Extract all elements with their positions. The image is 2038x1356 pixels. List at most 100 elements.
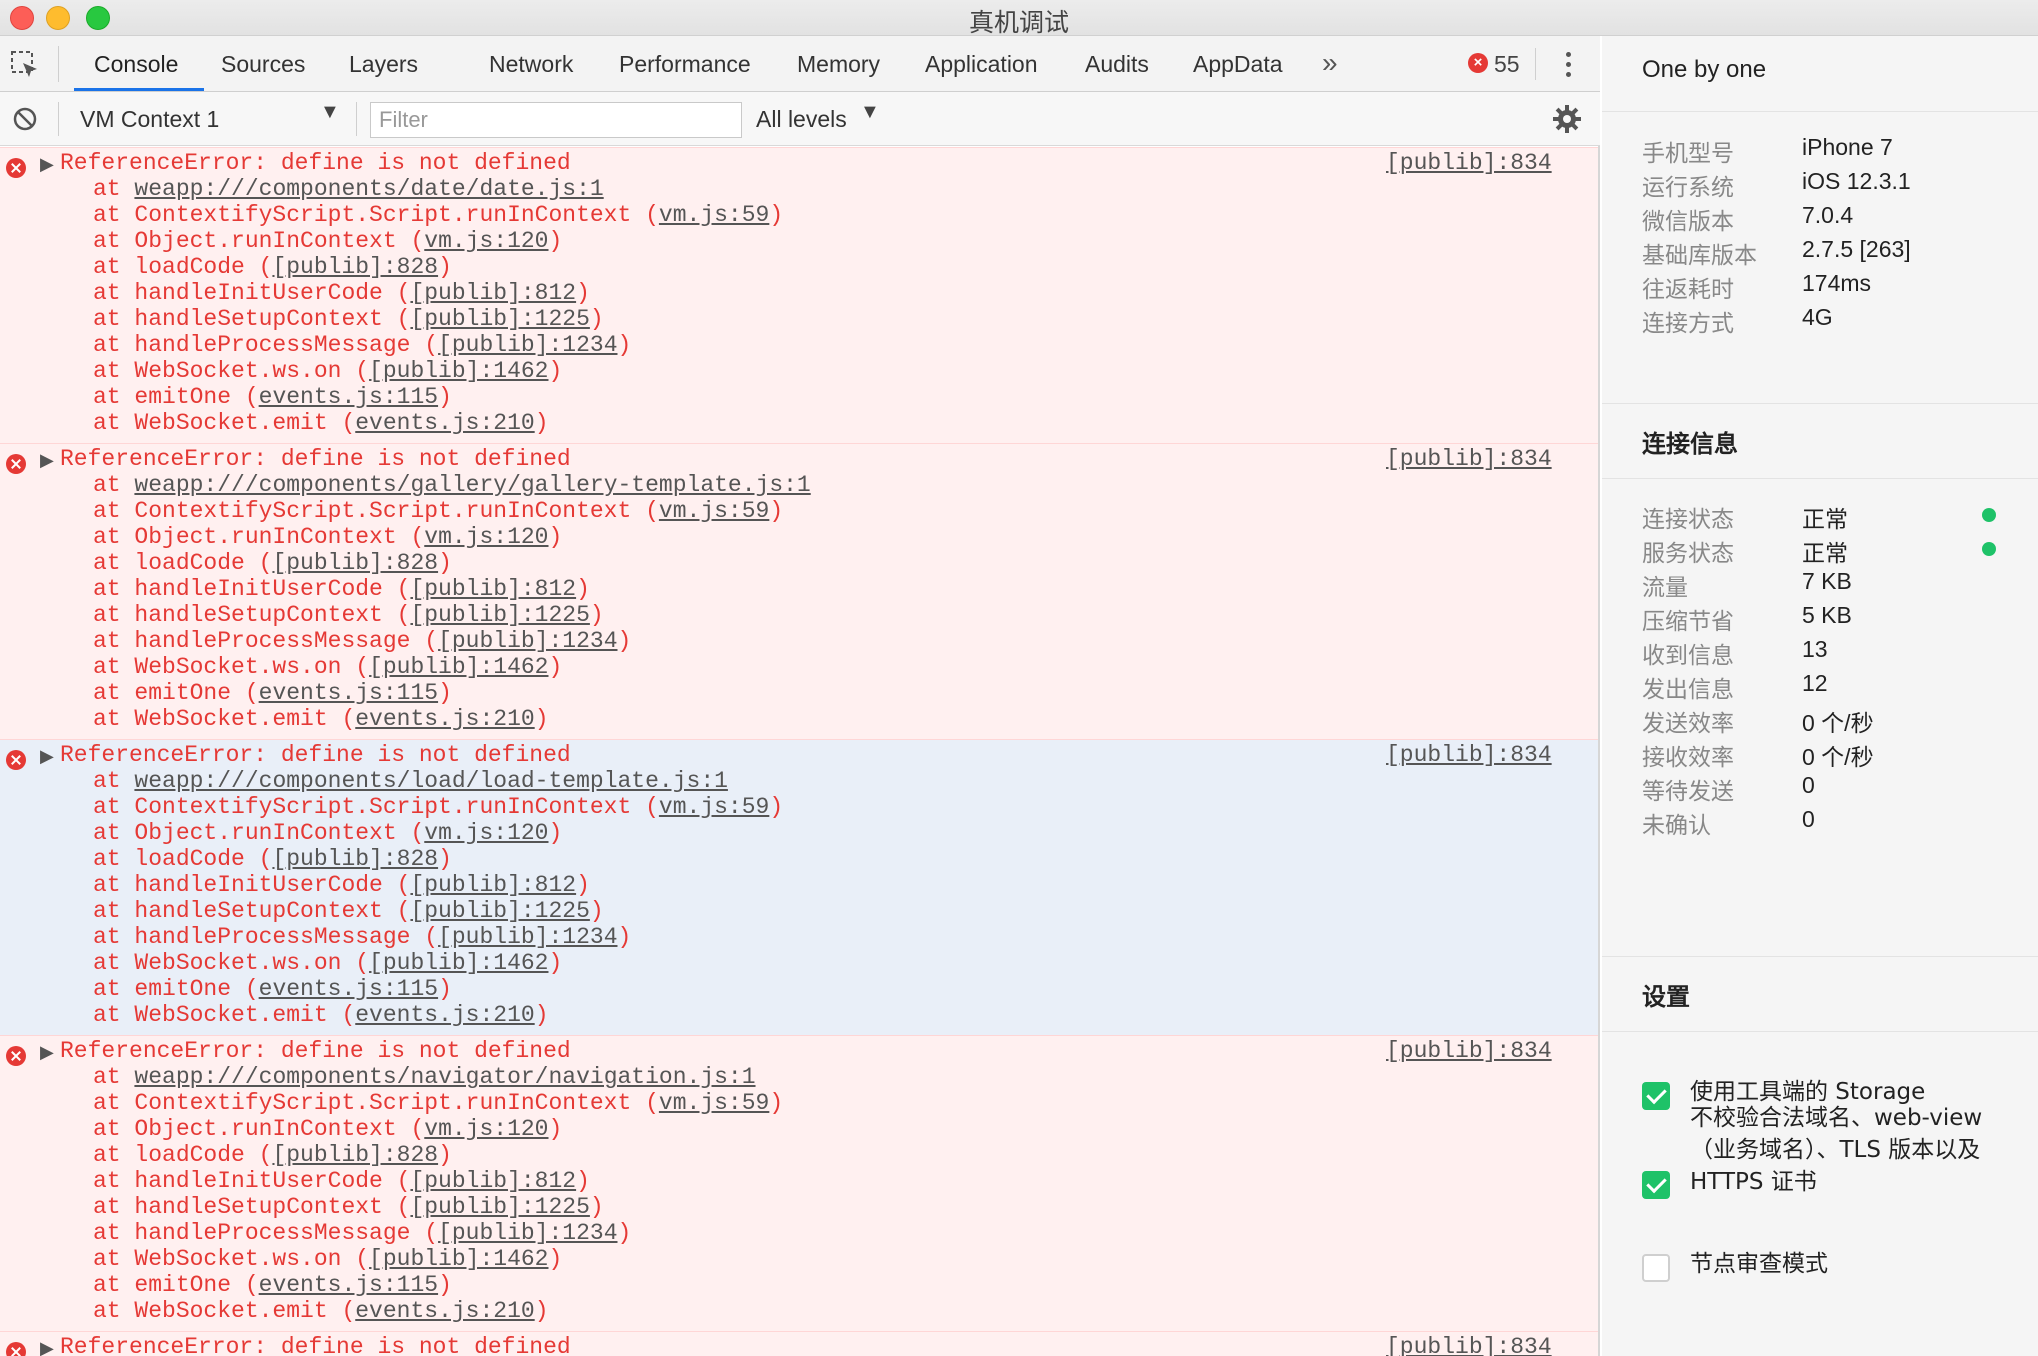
stack-frame-link[interactable]: [publib]:1225 xyxy=(410,898,589,924)
toolbar-divider xyxy=(356,102,357,136)
device-info-value: 4G xyxy=(1802,304,1833,330)
connection-info-value: 12 xyxy=(1802,670,1828,696)
stack-frame: at Object.runInContext (vm.js:120) xyxy=(93,228,563,254)
stack-frame-link[interactable]: [publib]:1225 xyxy=(410,1194,589,1220)
stack-frame-link[interactable]: [publib]:1462 xyxy=(369,654,548,680)
expand-triangle-icon[interactable]: ▶ xyxy=(40,1338,54,1356)
stack-frame-link[interactable]: [publib]:1234 xyxy=(438,332,617,358)
expand-triangle-icon[interactable]: ▶ xyxy=(40,154,54,175)
tab-console[interactable]: Console xyxy=(94,36,178,92)
inspect-element-icon[interactable] xyxy=(10,50,40,80)
device-info-value: iPhone 7 xyxy=(1802,134,1893,160)
stack-frame-link[interactable]: vm.js:59 xyxy=(659,202,769,228)
stack-frame-link[interactable]: [publib]:1225 xyxy=(410,306,589,332)
more-tabs-icon[interactable]: » xyxy=(1322,36,1338,92)
context-select[interactable]: VM Context 1 xyxy=(70,100,340,138)
error-message: ReferenceError: define is not defined xyxy=(60,1334,571,1356)
stack-frame-link[interactable]: vm.js:120 xyxy=(424,524,548,550)
stack-frame-link[interactable]: events.js:210 xyxy=(355,1298,534,1324)
stack-frame-link[interactable]: vm.js:59 xyxy=(659,794,769,820)
remote-debug-panel: One by one 手机型号 iPhone 7 运行系统 iOS 12.3.1 微信版… xyxy=(1602,36,2038,1356)
stack-frame-link[interactable]: events.js:210 xyxy=(355,1002,534,1028)
stack-frame-link[interactable]: [publib]:1234 xyxy=(438,1220,617,1246)
tab-audits[interactable]: Audits xyxy=(1085,36,1149,92)
stack-frame-link[interactable]: [publib]:812 xyxy=(410,280,576,306)
stack-frame-link[interactable]: events.js:115 xyxy=(259,680,438,706)
tab-application[interactable]: Application xyxy=(925,36,1038,92)
stack-frame-link[interactable]: vm.js:120 xyxy=(424,820,548,846)
stack-frame-link[interactable]: weapp:///components/navigator/navigation… xyxy=(134,1064,755,1090)
stack-frame-link[interactable]: [publib]:828 xyxy=(272,1142,438,1168)
stack-frame-link[interactable]: events.js:210 xyxy=(355,706,534,732)
stack-frame-link[interactable]: [publib]:1462 xyxy=(369,950,548,976)
console-output[interactable]: ▶ ReferenceError: define is not defined [p… xyxy=(0,147,1598,1356)
setting-label[interactable]: 不校验合法域名、web-view（业务域名）、TLS 版本以及 HTTPS 证书 xyxy=(1690,1102,2010,1198)
tab-network[interactable]: Network xyxy=(489,36,573,92)
source-link[interactable]: [publib]:834 xyxy=(1386,742,1552,768)
log-levels-select[interactable]: All levels xyxy=(756,100,847,138)
stack-frame-link[interactable]: [publib]:1462 xyxy=(369,358,548,384)
tabbar-divider xyxy=(1535,48,1536,80)
console-error-entry[interactable]: ▶ ReferenceError: define is not defined [p… xyxy=(0,443,1598,739)
stack-frame-link[interactable]: vm.js:120 xyxy=(424,1116,548,1142)
stack-frame: at WebSocket.emit (events.js:210) xyxy=(93,410,549,436)
error-icon xyxy=(6,1342,26,1356)
stack-frame-link[interactable]: vm.js:59 xyxy=(659,1090,769,1116)
stack-frame-link[interactable]: [publib]:828 xyxy=(272,254,438,280)
gear-icon[interactable] xyxy=(1552,104,1582,134)
setting-checkbox[interactable] xyxy=(1642,1171,1670,1199)
stack-frame-link[interactable]: [publib]:1234 xyxy=(438,628,617,654)
stack-frame-link[interactable]: [publib]:828 xyxy=(272,846,438,872)
stack-frame-link[interactable]: weapp:///components/load/load-template.j… xyxy=(134,768,728,794)
stack-frame-link[interactable]: weapp:///components/date/date.js:1 xyxy=(134,176,603,202)
setting-checkbox[interactable] xyxy=(1642,1254,1670,1282)
stack-frame-link[interactable]: [publib]:812 xyxy=(410,872,576,898)
stack-frame-link[interactable]: events.js:115 xyxy=(259,1272,438,1298)
console-error-entry[interactable]: ▶ ReferenceError: define is not defined [p… xyxy=(0,147,1598,443)
connection-info-label: 服务状态 xyxy=(1642,541,1734,567)
stack-frame-link[interactable]: events.js:210 xyxy=(355,410,534,436)
stack-frame: at WebSocket.emit (events.js:210) xyxy=(93,1298,549,1324)
chevron-down-icon[interactable]: ▼ xyxy=(320,101,340,124)
more-options-icon[interactable] xyxy=(1558,50,1578,80)
error-count-icon[interactable]: × xyxy=(1468,53,1488,73)
tab-appdata[interactable]: AppData xyxy=(1193,36,1283,92)
stack-trace: at weapp:///components/navigator/navigat… xyxy=(93,1064,783,1324)
stack-frame: at emitOne (events.js:115) xyxy=(93,976,452,1002)
filter-input[interactable] xyxy=(370,102,742,138)
console-error-entry[interactable]: ▶ ReferenceError: define is not defined [p… xyxy=(0,1331,1598,1356)
stack-frame-link[interactable]: [publib]:812 xyxy=(410,1168,576,1194)
stack-frame-link[interactable]: events.js:115 xyxy=(259,976,438,1002)
setting-checkbox[interactable] xyxy=(1642,1082,1670,1110)
connection-info-label: 连接状态 xyxy=(1642,507,1734,533)
connection-info-label: 接收效率 xyxy=(1642,745,1734,771)
setting-label[interactable]: 节点审查模式 xyxy=(1690,1248,2010,1280)
stack-frame-link[interactable]: [publib]:812 xyxy=(410,576,576,602)
tab-layers[interactable]: Layers xyxy=(349,36,418,92)
stack-frame-link[interactable]: [publib]:1234 xyxy=(438,924,617,950)
tab-memory[interactable]: Memory xyxy=(797,36,880,92)
connection-info-value: 正常 xyxy=(1802,506,1848,532)
console-error-entry[interactable]: ▶ ReferenceError: define is not defined [p… xyxy=(0,739,1598,1035)
source-link[interactable]: [publib]:834 xyxy=(1386,446,1552,472)
tab-sources[interactable]: Sources xyxy=(221,36,305,92)
clear-console-icon[interactable] xyxy=(12,106,38,132)
stack-frame-link[interactable]: [publib]:1225 xyxy=(410,602,589,628)
stack-frame-link[interactable]: [publib]:1462 xyxy=(369,1246,548,1272)
expand-triangle-icon[interactable]: ▶ xyxy=(40,1042,54,1063)
expand-triangle-icon[interactable]: ▶ xyxy=(40,746,54,767)
error-count[interactable]: 55 xyxy=(1494,36,1520,92)
stack-frame: at handleProcessMessage ([publib]:1234) xyxy=(93,332,632,358)
source-link[interactable]: [publib]:834 xyxy=(1386,150,1552,176)
expand-triangle-icon[interactable]: ▶ xyxy=(40,450,54,471)
console-error-entry[interactable]: ▶ ReferenceError: define is not defined [p… xyxy=(0,1035,1598,1331)
stack-frame-link[interactable]: vm.js:120 xyxy=(424,228,548,254)
stack-frame-link[interactable]: vm.js:59 xyxy=(659,498,769,524)
chevron-down-icon[interactable]: ▼ xyxy=(860,101,880,124)
tab-performance[interactable]: Performance xyxy=(619,36,751,92)
stack-frame-link[interactable]: [publib]:828 xyxy=(272,550,438,576)
source-link[interactable]: [publib]:834 xyxy=(1386,1038,1552,1064)
stack-frame-link[interactable]: weapp:///components/gallery/gallery-temp… xyxy=(134,472,810,498)
source-link[interactable]: [publib]:834 xyxy=(1386,1334,1552,1356)
stack-frame-link[interactable]: events.js:115 xyxy=(259,384,438,410)
